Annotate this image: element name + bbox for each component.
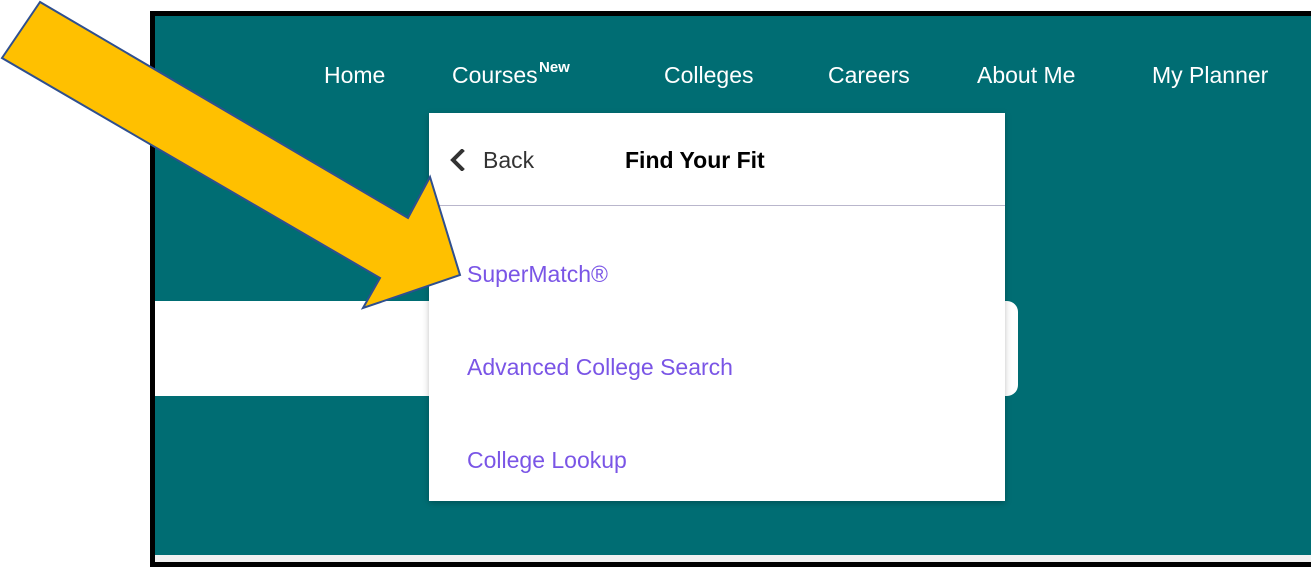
screenshot-stage: Home Courses New Colleges Careers About … <box>0 0 1311 567</box>
annotation-arrow <box>0 0 462 310</box>
